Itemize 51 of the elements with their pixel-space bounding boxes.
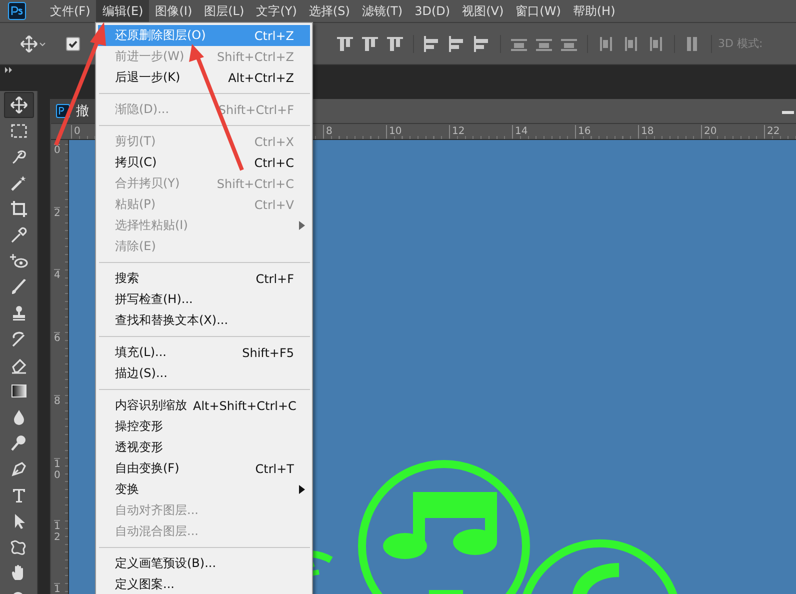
menu-item[interactable]: 内容识别缩放 Alt+Shift+Ctrl+C (98, 395, 310, 416)
ruler-label: 18 (638, 125, 654, 138)
menu-item[interactable]: 定义画笔预设(B)... (98, 553, 310, 574)
ruler-label: 4 (54, 269, 60, 282)
menu-bar-item[interactable]: 3D(D) (408, 1, 456, 21)
minimize-icon[interactable] (782, 111, 794, 115)
menu-bar-item[interactable]: 选择(S) (302, 0, 356, 22)
menu-item[interactable]: 填充(L)... Shift+F5 (98, 342, 310, 363)
menu-item[interactable]: 自由变换(F) Ctrl+T (98, 458, 310, 479)
menu-item[interactable]: 定义图案... (98, 574, 310, 594)
ruler-label: 6 (54, 332, 60, 344)
align-icon[interactable] (335, 34, 355, 52)
menu-bar-item[interactable]: 文件(F) (44, 0, 96, 22)
align-icon[interactable] (385, 34, 405, 52)
menu-item[interactable]: 描边(S)... (98, 363, 310, 384)
ruler-label: 0 (71, 125, 80, 138)
ruler-label: 0 (54, 144, 60, 156)
menu-bar-item[interactable]: 窗口(W) (510, 0, 567, 22)
ruler-label: 20 (701, 125, 717, 138)
menu-bar-item[interactable]: 滤镜(T) (356, 0, 409, 22)
collapse-panel-icon[interactable] (4, 67, 14, 73)
ruler-label: 14 (512, 125, 528, 138)
align-icon[interactable] (360, 34, 380, 52)
menu-bar-item[interactable]: 视图(V) (456, 0, 510, 22)
app-logo-icon[interactable] (8, 2, 26, 20)
menu-bar-item[interactable]: 帮助(H) (566, 0, 622, 22)
ruler-label: 10 (386, 125, 402, 138)
menu-item[interactable]: 操控变形 (98, 416, 310, 437)
menu-item[interactable]: 还原删除图层(O) Ctrl+Z (98, 25, 310, 46)
menu-bar-item[interactable]: 文字(Y) (250, 0, 303, 22)
menu-bar-item[interactable]: 图像(I) (149, 0, 198, 22)
ruler-label: 22 (764, 125, 780, 138)
ruler-label: 8 (54, 394, 60, 407)
ruler-label: 2 (54, 206, 60, 219)
ruler-label: 12 (449, 125, 465, 138)
menu-item[interactable]: 拷贝(C) Ctrl+C (98, 152, 310, 173)
menu-item[interactable]: 拼写检查(H)... (98, 289, 310, 310)
ruler-label: 8 (323, 125, 332, 138)
auto-select-checkbox[interactable] (66, 36, 80, 50)
menu-item[interactable]: 搜索 Ctrl+F (98, 268, 310, 289)
move-tool-icon[interactable] (4, 92, 34, 118)
ruler-label: 10 (54, 458, 60, 480)
menu-item[interactable]: 变换 (98, 479, 310, 500)
ruler-label: 16 (575, 125, 591, 138)
menu-item[interactable]: 查找和替换文本(X)... (98, 310, 310, 331)
ruler-label: 1 (54, 582, 60, 594)
move-tool-icon[interactable] (20, 34, 46, 52)
menu-bar-item[interactable]: 图层(L) (198, 0, 250, 22)
menu-item[interactable]: 透视变形 (98, 437, 310, 458)
ruler-label: 12 (54, 520, 60, 544)
menu-bar-item[interactable]: 编辑(E) (96, 0, 150, 22)
